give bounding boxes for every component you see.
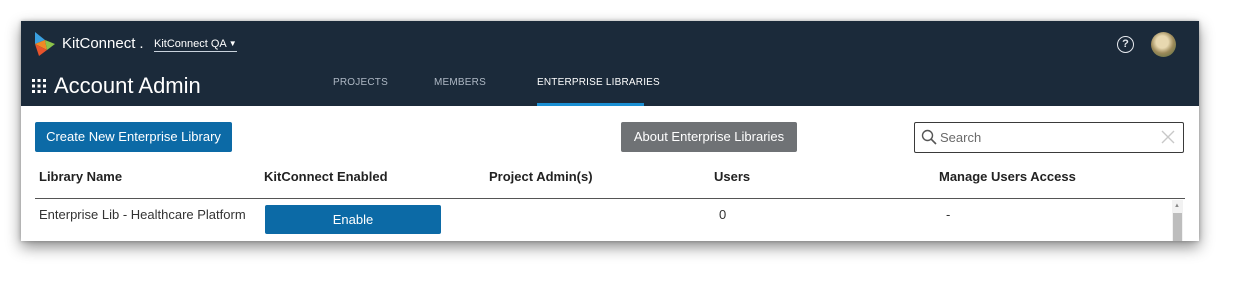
account-label: KitConnect QA: [154, 38, 227, 50]
create-library-button[interactable]: Create New Enterprise Library: [35, 122, 232, 152]
brand-dot: .: [139, 35, 144, 52]
app-window: KitConnect. KitConnect QA ▼ ? Account Adm…: [21, 21, 1199, 241]
active-tab-indicator: [537, 103, 644, 106]
search-icon: [921, 129, 937, 145]
tab-projects[interactable]: PROJECTS: [333, 77, 388, 88]
brand-name[interactable]: KitConnect.: [62, 35, 144, 52]
enable-button[interactable]: Enable: [265, 205, 441, 234]
column-header-kitconnect-enabled[interactable]: KitConnect Enabled: [264, 169, 388, 184]
scroll-up-arrow-icon[interactable]: ▲: [1174, 203, 1180, 209]
tab-enterprise-libraries[interactable]: ENTERPRISE LIBRARIES: [537, 77, 660, 88]
help-icon[interactable]: ?: [1117, 36, 1134, 53]
users-count-cell: 0: [719, 207, 727, 222]
user-avatar[interactable]: [1151, 32, 1176, 57]
brand-label: KitConnect: [62, 35, 136, 52]
table-header-divider: [35, 198, 1185, 199]
chevron-down-icon: ▼: [228, 39, 237, 48]
about-libraries-button[interactable]: About Enterprise Libraries: [621, 122, 797, 152]
search-box[interactable]: [914, 122, 1184, 153]
table-scrollbar[interactable]: ▲: [1172, 200, 1183, 241]
page-title: Account Admin: [54, 73, 201, 98]
clear-icon[interactable]: [1161, 130, 1175, 144]
library-name-cell[interactable]: Enterprise Lib - Healthcare Platform: [39, 207, 246, 222]
account-selector[interactable]: KitConnect QA ▼: [154, 38, 237, 52]
app-grid-icon[interactable]: [32, 79, 46, 93]
column-header-manage-users-access[interactable]: Manage Users Access: [939, 169, 1076, 184]
search-input[interactable]: [940, 127, 1155, 147]
column-header-library-name[interactable]: Library Name: [39, 169, 122, 184]
scrollbar-thumb[interactable]: [1173, 213, 1182, 241]
column-header-project-admins[interactable]: Project Admin(s): [489, 169, 593, 184]
column-header-users[interactable]: Users: [714, 169, 750, 184]
top-bar: KitConnect. KitConnect QA ▼ ? Account Adm…: [21, 21, 1199, 106]
kitconnect-logo-icon[interactable]: [35, 32, 55, 56]
manage-users-access-cell[interactable]: -: [946, 207, 950, 222]
tab-members[interactable]: MEMBERS: [434, 77, 486, 88]
